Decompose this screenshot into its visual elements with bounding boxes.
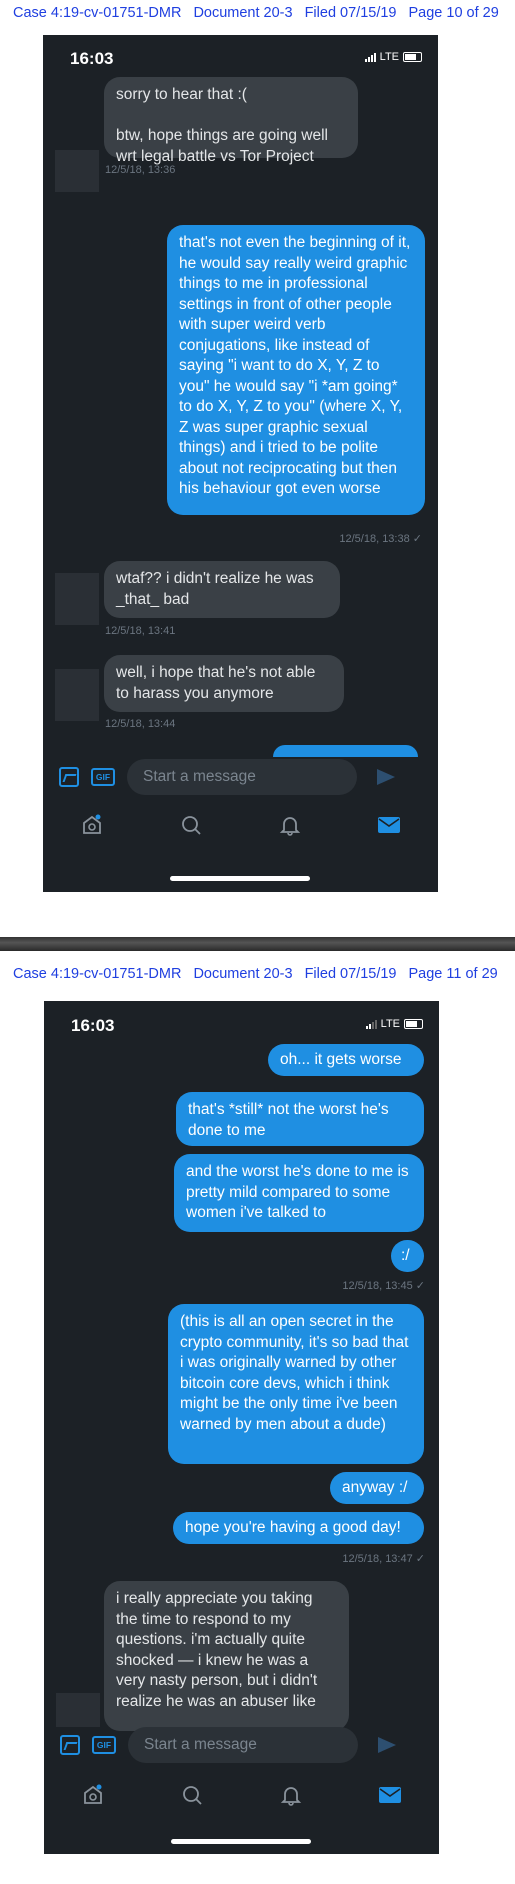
message-timestamp: 12/5/18, 13:38 ✓ <box>339 533 422 545</box>
battery-icon <box>404 1019 423 1029</box>
page-number: Page 11 of 29 <box>408 966 498 982</box>
message-bubble-outgoing[interactable]: :/ <box>391 1240 424 1272</box>
status-time: 16:03 <box>71 1016 115 1035</box>
status-time: 16:03 <box>70 49 114 68</box>
message-timestamp: 12/5/18, 13:36 <box>105 164 176 176</box>
message-input[interactable]: Start a message <box>127 759 357 795</box>
image-icon[interactable] <box>59 767 79 787</box>
gif-icon[interactable]: GIF <box>91 768 115 786</box>
home-icon[interactable] <box>77 810 107 840</box>
status-indicators: LTE <box>365 1018 423 1030</box>
page-separator <box>0 937 515 951</box>
home-indicator <box>171 1839 311 1844</box>
document-number: Document 20-3 <box>193 5 293 21</box>
avatar <box>56 1693 100 1727</box>
image-icon[interactable] <box>60 1735 80 1755</box>
message-bubble-outgoing[interactable]: that's not even the beginning of it, he … <box>167 225 425 515</box>
message-bubble-outgoing[interactable]: hope you're having a good day! <box>173 1512 424 1544</box>
search-icon[interactable] <box>177 1780 207 1810</box>
message-bubble-incoming[interactable]: well, i hope that he's not able to haras… <box>104 655 344 712</box>
signal-icon <box>364 52 376 62</box>
battery-icon <box>403 52 422 62</box>
message-bubble-outgoing[interactable]: anyway :/ <box>330 1472 424 1504</box>
send-icon[interactable] <box>377 769 395 785</box>
message-composer: GIF Start a message <box>60 1725 430 1765</box>
tab-bar <box>44 1773 439 1817</box>
message-timestamp: 12/5/18, 13:47 ✓ <box>342 1553 425 1565</box>
message-bubble-incoming[interactable]: wtaf?? i didn't realize he was _that_ ba… <box>104 561 340 618</box>
avatar <box>55 669 99 721</box>
phone-screenshot: 16:03 LTE sorry to hear that :( btw, hop… <box>43 35 438 892</box>
mail-icon[interactable] <box>374 810 404 840</box>
message-timestamp: 12/5/18, 13:45 ✓ <box>342 1280 425 1292</box>
home-indicator <box>170 876 310 881</box>
document-number: Document 20-3 <box>193 966 293 982</box>
message-timestamp: 12/5/18, 13:41 <box>105 625 176 637</box>
message-bubble-incoming[interactable]: i really appreciate you taking the time … <box>104 1581 349 1731</box>
case-number: Case 4:19-cv-01751-DMR <box>13 966 182 982</box>
message-input[interactable]: Start a message <box>128 1727 358 1763</box>
bell-icon[interactable] <box>276 1780 306 1810</box>
send-icon[interactable] <box>378 1737 396 1753</box>
avatar <box>55 573 99 625</box>
message-bubble-outgoing[interactable]: (this is all an open secret in the crypt… <box>168 1304 424 1464</box>
gif-icon[interactable]: GIF <box>92 1736 116 1754</box>
case-header: Case 4:19-cv-01751-DMR Document 20-3 Filed… <box>13 5 511 21</box>
case-header: Case 4:19-cv-01751-DMR Document 20-3 Filed… <box>13 966 510 982</box>
status-indicators: LTE <box>364 51 422 63</box>
message-bubble-outgoing[interactable]: that's *still* not the worst he's done t… <box>176 1092 424 1146</box>
phone-screenshot: 16:03 LTE oh... it gets worse that's *st… <box>44 1001 439 1854</box>
filed-date: Filed 07/15/19 <box>304 5 397 21</box>
network-label: LTE <box>380 1018 400 1030</box>
message-bubble-partial <box>273 745 418 757</box>
message-bubble-outgoing[interactable]: oh... it gets worse <box>268 1044 424 1076</box>
message-bubble-incoming[interactable]: sorry to hear that :( btw, hope things a… <box>104 77 358 165</box>
tab-bar <box>43 803 438 847</box>
mail-icon[interactable] <box>375 1780 405 1810</box>
message-composer: GIF Start a message <box>59 757 429 797</box>
signal-icon <box>365 1019 377 1029</box>
page-number: Page 10 of 29 <box>408 5 499 21</box>
message-timestamp: 12/5/18, 13:44 <box>105 718 176 730</box>
home-icon[interactable] <box>78 1780 108 1810</box>
filed-date: Filed 07/15/19 <box>304 966 397 982</box>
case-number: Case 4:19-cv-01751-DMR <box>13 5 182 21</box>
network-label: LTE <box>379 51 399 63</box>
bell-icon[interactable] <box>275 810 305 840</box>
avatar <box>55 150 99 192</box>
message-bubble-outgoing[interactable]: and the worst he's done to me is pretty … <box>174 1154 424 1232</box>
search-icon[interactable] <box>176 810 206 840</box>
